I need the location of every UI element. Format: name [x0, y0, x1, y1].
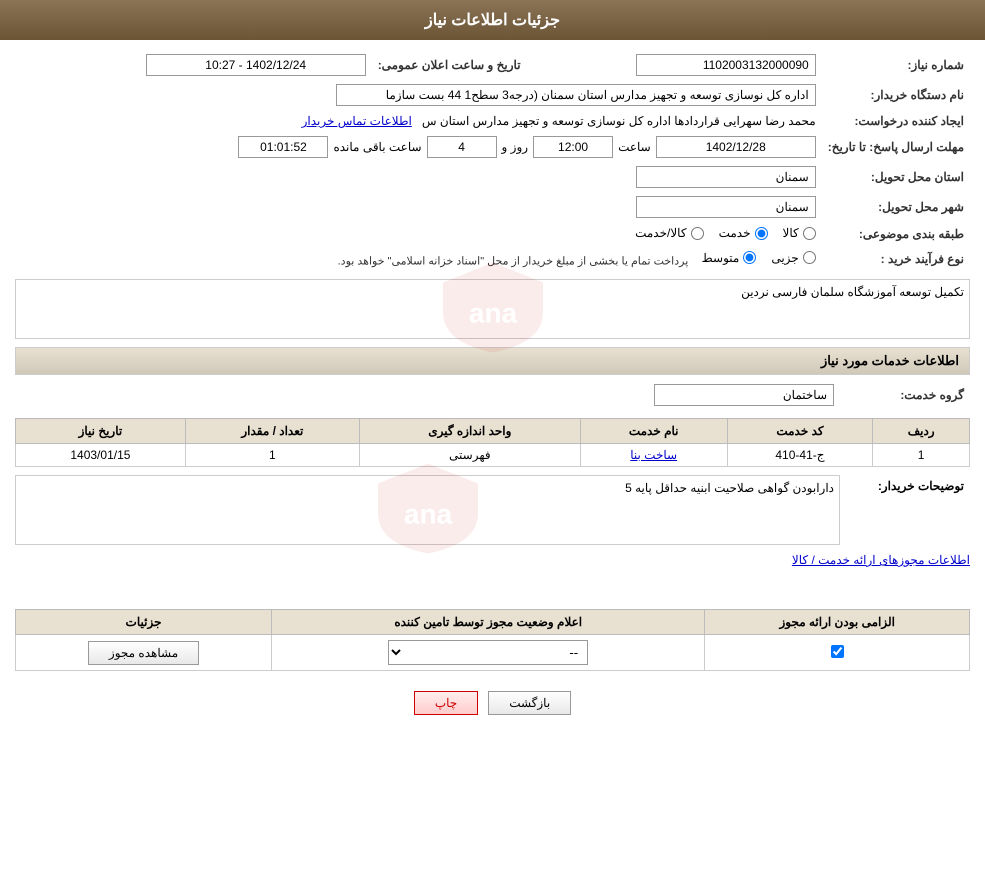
contact-link[interactable]: اطلاعات تماس خریدار: [302, 114, 412, 128]
print-button[interactable]: چاپ: [414, 691, 478, 715]
back-button[interactable]: بازگشت: [488, 691, 571, 715]
services-table: ردیف کد خدمت نام خدمت واحد اندازه گیری ت…: [15, 418, 970, 467]
province-label: استان محل تحویل:: [822, 162, 970, 192]
col-unit: واحد اندازه گیری: [359, 419, 580, 444]
row-unit: فهرستی: [359, 444, 580, 467]
watermark-shield: ana: [433, 258, 553, 358]
purchase-type-radio-group: متوسط جزیی: [702, 251, 816, 265]
buyer-notes-value: دارابودن گواهی صلاحیت ابنیه حداقل پایه 5: [625, 481, 834, 495]
purchase-type-motovaset-label: متوسط: [702, 251, 740, 265]
category-radio-khadamat[interactable]: [755, 227, 768, 240]
perm-required-checkbox[interactable]: [831, 645, 844, 658]
deadline-countdown: 01:01:52: [238, 136, 328, 158]
page-header: جزئیات اطلاعات نیاز: [0, 0, 985, 40]
category-option-kala[interactable]: کالا: [783, 226, 816, 240]
date-value: 1402/12/24 - 10:27: [146, 54, 366, 76]
footer-buttons: بازگشت چاپ: [15, 691, 970, 715]
deadline-time: 12:00: [533, 136, 613, 158]
purchase-type-note: پرداخت تمام یا بخشی از مبلغ خریدار از مح…: [338, 255, 689, 267]
category-option-kala-khadamat[interactable]: کالا/خدمت: [635, 226, 703, 240]
permissions-section-title[interactable]: اطلاعات مجوزهای ارائه خدمت / کالا: [15, 553, 970, 567]
deadline-countdown-label: ساعت باقی مانده: [333, 140, 421, 154]
purchase-type-jozi-label: جزیی: [771, 251, 798, 265]
page-title: جزئیات اطلاعات نیاز: [425, 12, 560, 29]
category-kala-label: کالا: [783, 226, 799, 240]
deadline-date: 1402/12/28: [656, 136, 816, 158]
date-label: تاریخ و ساعت اعلان عمومی:: [372, 50, 527, 80]
category-option-khadamat[interactable]: خدمت: [719, 226, 768, 240]
purchase-type-motovaset[interactable]: متوسط: [702, 251, 757, 265]
col-row: ردیف: [873, 419, 970, 444]
deadline-label: مهلت ارسال پاسخ: تا تاریخ:: [822, 132, 970, 162]
category-radio-kala[interactable]: [803, 227, 816, 240]
buyer-notes-label: توضیحات خریدار:: [840, 475, 970, 497]
perm-required-cell: [705, 635, 970, 671]
deadline-time-label: ساعت: [618, 140, 651, 154]
category-khadamat-label: خدمت: [719, 226, 751, 240]
province-value: سمنان: [636, 166, 816, 188]
purchase-type-jozi[interactable]: جزیی: [771, 251, 815, 265]
buyer-notes-container: ana دارابودن گواهی صلاحیت ابنیه حداقل پا…: [15, 475, 840, 545]
col-date: تاریخ نیاز: [16, 419, 186, 444]
category-radio-group: کالا/خدمت خدمت کالا: [635, 226, 816, 240]
general-description-value: تکمیل توسعه آموزشگاه سلمان فارسی نردین: [741, 285, 964, 299]
deadline-days: 4: [427, 136, 497, 158]
requester-value: محمد رضا سهرایی قراردادها اداره کل نوساز…: [422, 114, 816, 128]
watermark-shield-2: ana: [368, 459, 488, 559]
svg-text:ana: ana: [468, 298, 517, 329]
requester-label: ایجاد کننده درخواست:: [822, 110, 970, 132]
table-row: 1 ج-41-410 ساخت بنا فهرستی 1 1403/01/15: [16, 444, 970, 467]
col-code: کد خدمت: [727, 419, 873, 444]
row-quantity: 1: [185, 444, 359, 467]
perm-col-status: اعلام وضعیت مجوز توسط تامین کننده: [272, 610, 705, 635]
permissions-table: الزامی بودن ارائه مجوز اعلام وضعیت مجوز …: [15, 609, 970, 671]
purchase-type-radio-motovaset[interactable]: [743, 251, 756, 264]
col-name: نام خدمت: [580, 419, 727, 444]
view-permit-button[interactable]: مشاهده مجوز: [88, 641, 199, 665]
service-group-value: ساختمان: [654, 384, 834, 406]
row-service-name[interactable]: ساخت بنا: [630, 448, 677, 462]
tender-number-value: 1102003132000090: [636, 54, 816, 76]
row-number: 1: [873, 444, 970, 467]
deadline-days-label: روز و: [502, 140, 529, 154]
general-description-container: ana تکمیل توسعه آموزشگاه سلمان فارسی نرد…: [15, 279, 970, 339]
category-radio-kala-khadamat[interactable]: [691, 227, 704, 240]
row-date: 1403/01/15: [16, 444, 186, 467]
permissions-row: -- مشاهده مجوز: [16, 635, 970, 671]
buyer-label: نام دستگاه خریدار:: [822, 80, 970, 110]
buyer-value: اداره کل نوسازی توسعه و تجهیز مدارس استا…: [336, 84, 816, 106]
perm-details-cell: مشاهده مجوز: [16, 635, 272, 671]
tender-number-label: شماره نیاز:: [822, 50, 970, 80]
row-code: ج-41-410: [727, 444, 873, 467]
perm-status-cell: --: [272, 635, 705, 671]
services-section-title: اطلاعات خدمات مورد نیاز: [15, 347, 970, 375]
purchase-type-radio-jozi[interactable]: [803, 251, 816, 264]
service-group-label: گروه خدمت:: [840, 380, 970, 410]
city-label: شهر محل تحویل:: [822, 192, 970, 222]
category-kala-khadamat-label: کالا/خدمت: [635, 226, 686, 240]
purchase-type-label: نوع فرآیند خرید :: [822, 247, 970, 272]
city-value: سمنان: [636, 196, 816, 218]
perm-status-select[interactable]: --: [388, 640, 588, 665]
col-quantity: تعداد / مقدار: [185, 419, 359, 444]
perm-col-details: جزئیات: [16, 610, 272, 635]
category-label: طبقه بندی موضوعی:: [822, 222, 970, 247]
svg-text:ana: ana: [403, 499, 452, 530]
perm-col-required: الزامی بودن ارائه مجوز: [705, 610, 970, 635]
